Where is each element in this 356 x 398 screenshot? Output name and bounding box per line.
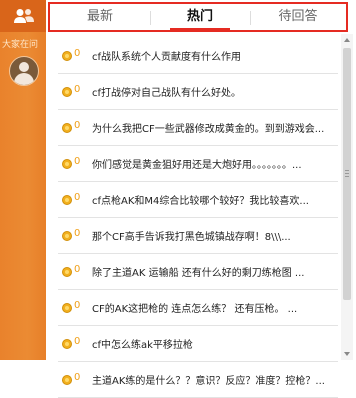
question-title[interactable]: 主道AK练的是什么？？意识？反应？准度？控枪？... xyxy=(92,372,336,387)
scroll-down-arrow-icon[interactable] xyxy=(344,352,350,356)
reward-count: 0 xyxy=(74,156,81,167)
list-item[interactable]: 0 你们感觉是黄金狙好用还是大炮好用。。。。。。。... xyxy=(58,146,338,182)
question-title[interactable]: 为什么我把CF一些武器修改成黄金的。到到游戏会... xyxy=(92,120,336,135)
active-tab-indicator xyxy=(170,28,230,30)
list-item[interactable]: 0 cf打战停对自己战队有什么好处。 xyxy=(58,74,338,110)
coin-icon xyxy=(62,195,72,205)
coin-icon xyxy=(62,303,72,313)
scrollbar-thumb[interactable] xyxy=(343,48,351,300)
people-icon xyxy=(14,9,34,23)
coin-icon xyxy=(62,159,72,169)
reward-count: 0 xyxy=(74,336,81,347)
list-item[interactable]: 0 CF的AK这把枪的 连点怎么练？ 还有压枪。 ... xyxy=(58,290,338,326)
reward-count: 0 xyxy=(74,372,81,383)
reward-count: 0 xyxy=(74,228,81,239)
reward-count: 0 xyxy=(74,300,81,311)
coin-icon xyxy=(62,123,72,133)
question-title[interactable]: 除了主道AK 运输船 还有什么好的剩刀练枪图 ... xyxy=(92,264,336,279)
scroll-up-arrow-icon[interactable] xyxy=(344,38,350,42)
reward-count: 0 xyxy=(74,192,81,203)
user-avatar[interactable] xyxy=(9,56,39,86)
coin-icon xyxy=(62,375,72,385)
question-title[interactable]: cf战队系统个人贡献度有什么作用 xyxy=(92,48,336,63)
question-title[interactable]: CF的AK这把枪的 连点怎么练？ 还有压枪。 ... xyxy=(92,300,336,315)
reward-count: 0 xyxy=(74,120,81,131)
list-item[interactable]: 0 cf中怎么练ak平移拉枪 xyxy=(58,326,338,362)
question-list: 0 cf战队系统个人贡献度有什么作用 0 cf打战停对自己战队有什么好处。 0 … xyxy=(58,38,338,398)
coin-icon xyxy=(62,267,72,277)
tab-bar: 最新 热门 待回答 xyxy=(48,2,348,32)
list-item[interactable]: 0 cf点枪AK和M4综合比较哪个较好？我比较喜欢... xyxy=(58,182,338,218)
question-title[interactable]: 你们感觉是黄金狙好用还是大炮好用。。。。。。。... xyxy=(92,156,336,171)
question-title[interactable]: cf点枪AK和M4综合比较哪个较好？我比较喜欢... xyxy=(92,192,336,207)
coin-icon xyxy=(62,51,72,61)
list-item[interactable]: 0 为什么我把CF一些武器修改成黄金的。到到游戏会... xyxy=(58,110,338,146)
grip-line xyxy=(345,173,349,174)
reward-count: 0 xyxy=(74,264,81,275)
tab-unanswered[interactable]: 待回答 xyxy=(250,4,346,30)
grip-line xyxy=(345,170,349,171)
question-title[interactable]: cf中怎么练ak平移拉枪 xyxy=(92,336,336,351)
coin-icon xyxy=(62,231,72,241)
list-item[interactable]: 0 主道AK练的是什么？？意识？反应？准度？控枪？... xyxy=(58,362,338,398)
question-title[interactable]: 那个CF高手告诉我打黑色城镇战存啊！8\\\... xyxy=(92,228,336,243)
question-title[interactable]: cf打战停对自己战队有什么好处。 xyxy=(92,84,336,99)
list-item[interactable]: 0 除了主道AK 运输船 还有什么好的剩刀练枪图 ... xyxy=(58,254,338,290)
reward-count: 0 xyxy=(74,84,81,95)
tab-latest[interactable]: 最新 xyxy=(50,4,150,30)
coin-icon xyxy=(62,339,72,349)
sidebar-label: 大家在问 xyxy=(2,40,39,50)
reward-count: 0 xyxy=(74,48,81,59)
list-item[interactable]: 0 那个CF高手告诉我打黑色城镇战存啊！8\\\... xyxy=(58,218,338,254)
coin-icon xyxy=(62,87,72,97)
sidebar-header[interactable] xyxy=(0,0,46,32)
left-sidebar: 大家在问 xyxy=(0,0,46,360)
list-item[interactable]: 0 cf战队系统个人贡献度有什么作用 xyxy=(58,38,338,74)
grip-line xyxy=(345,176,349,177)
tab-hot[interactable]: 热门 xyxy=(150,4,250,30)
